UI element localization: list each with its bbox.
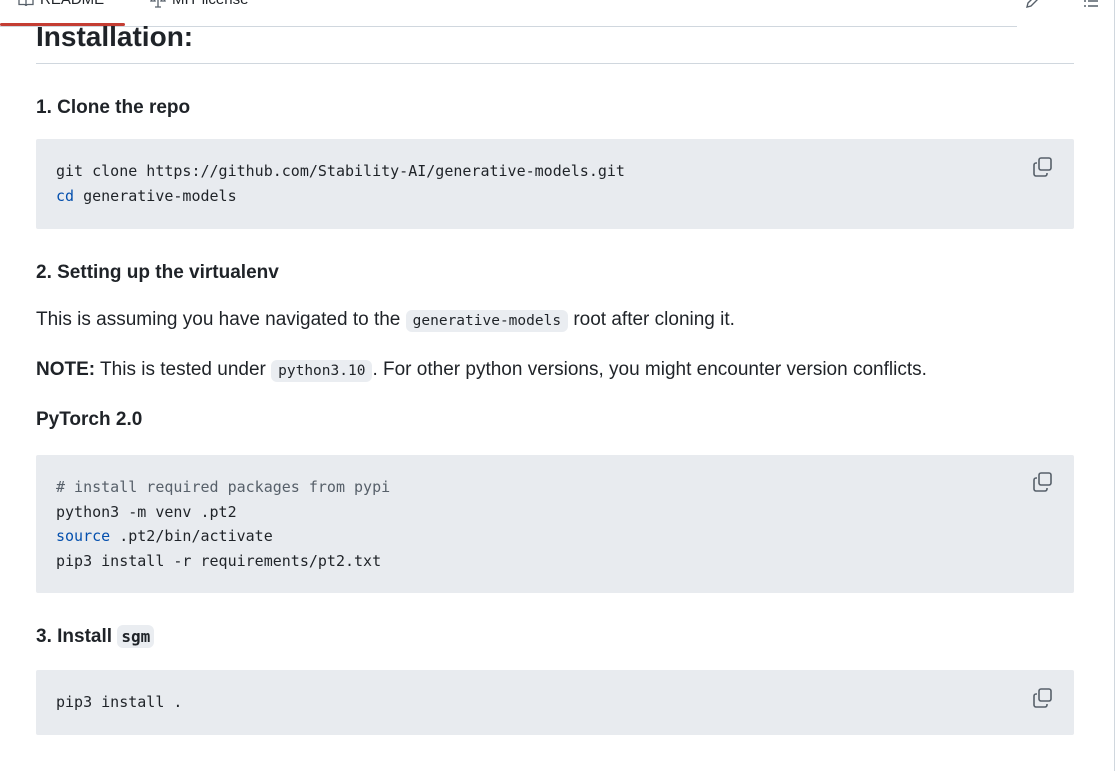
code-block-clone: git clone https://github.com/Stability-A…	[36, 139, 1074, 229]
code-block-pytorch: # install required packages from pypi py…	[36, 455, 1074, 593]
section-heading-installation: Installation:	[36, 21, 194, 52]
outline-list-icon[interactable]	[1082, 0, 1100, 10]
heading-install-sgm: 3. Install sgm	[36, 625, 155, 649]
tab-label-license: MIT license	[172, 0, 248, 8]
inline-code: sgm	[117, 625, 155, 648]
code-keyword: source	[56, 527, 111, 546]
copy-icon[interactable]	[1032, 471, 1054, 493]
inline-code: generative-models	[405, 310, 569, 332]
code-content: git clone https://github.com/Stability-A…	[56, 159, 625, 208]
code-line: python3 -m venv .pt2	[56, 502, 237, 521]
law-icon	[150, 0, 166, 8]
code-content: # install required packages from pypi py…	[56, 475, 390, 573]
heading-text: 3. Install	[36, 626, 118, 647]
copy-icon[interactable]	[1032, 156, 1054, 178]
code-line: pip3 install -r requirements/pt2.txt	[56, 551, 382, 570]
paragraph-text: . For other python versions, you might e…	[372, 359, 927, 380]
book-icon	[18, 0, 34, 6]
code-block-install: pip3 install .	[36, 670, 1074, 735]
code-keyword: cd	[56, 186, 75, 205]
tab-label-readme: README	[40, 0, 104, 8]
heading-pytorch: PyTorch 2.0	[36, 409, 143, 430]
code-comment: # install required packages from pypi	[56, 478, 391, 496]
paragraph-text: root after cloning it.	[568, 309, 735, 330]
heading-divider	[36, 63, 1074, 64]
note-label: NOTE:	[36, 359, 96, 380]
paragraph-text: This is assuming you have navigated to t…	[36, 309, 406, 330]
pencil-icon[interactable]	[1024, 0, 1042, 10]
code-line: generative-models	[74, 186, 237, 205]
heading-clone-repo: 1. Clone the repo	[36, 97, 191, 118]
paragraph-text: This is tested under	[95, 359, 272, 380]
code-line: git clone https://github.com/Stability-A…	[56, 162, 625, 180]
panel-right-border	[1114, 0, 1115, 771]
tab-readme[interactable]: README	[18, 0, 104, 8]
code-line: pip3 install .	[56, 693, 183, 711]
code-content: pip3 install .	[56, 690, 182, 715]
code-line: .pt2/bin/activate	[110, 527, 273, 546]
inline-code: python3.10	[271, 360, 373, 382]
copy-icon[interactable]	[1032, 687, 1054, 709]
heading-setting-up-virtualenv: 2. Setting up the virtualenv	[36, 262, 279, 283]
paragraph-note: NOTE: This is tested under python3.10. F…	[36, 358, 927, 383]
tab-license[interactable]: MIT license	[150, 0, 248, 8]
paragraph-navigation: This is assuming you have navigated to t…	[36, 308, 735, 333]
